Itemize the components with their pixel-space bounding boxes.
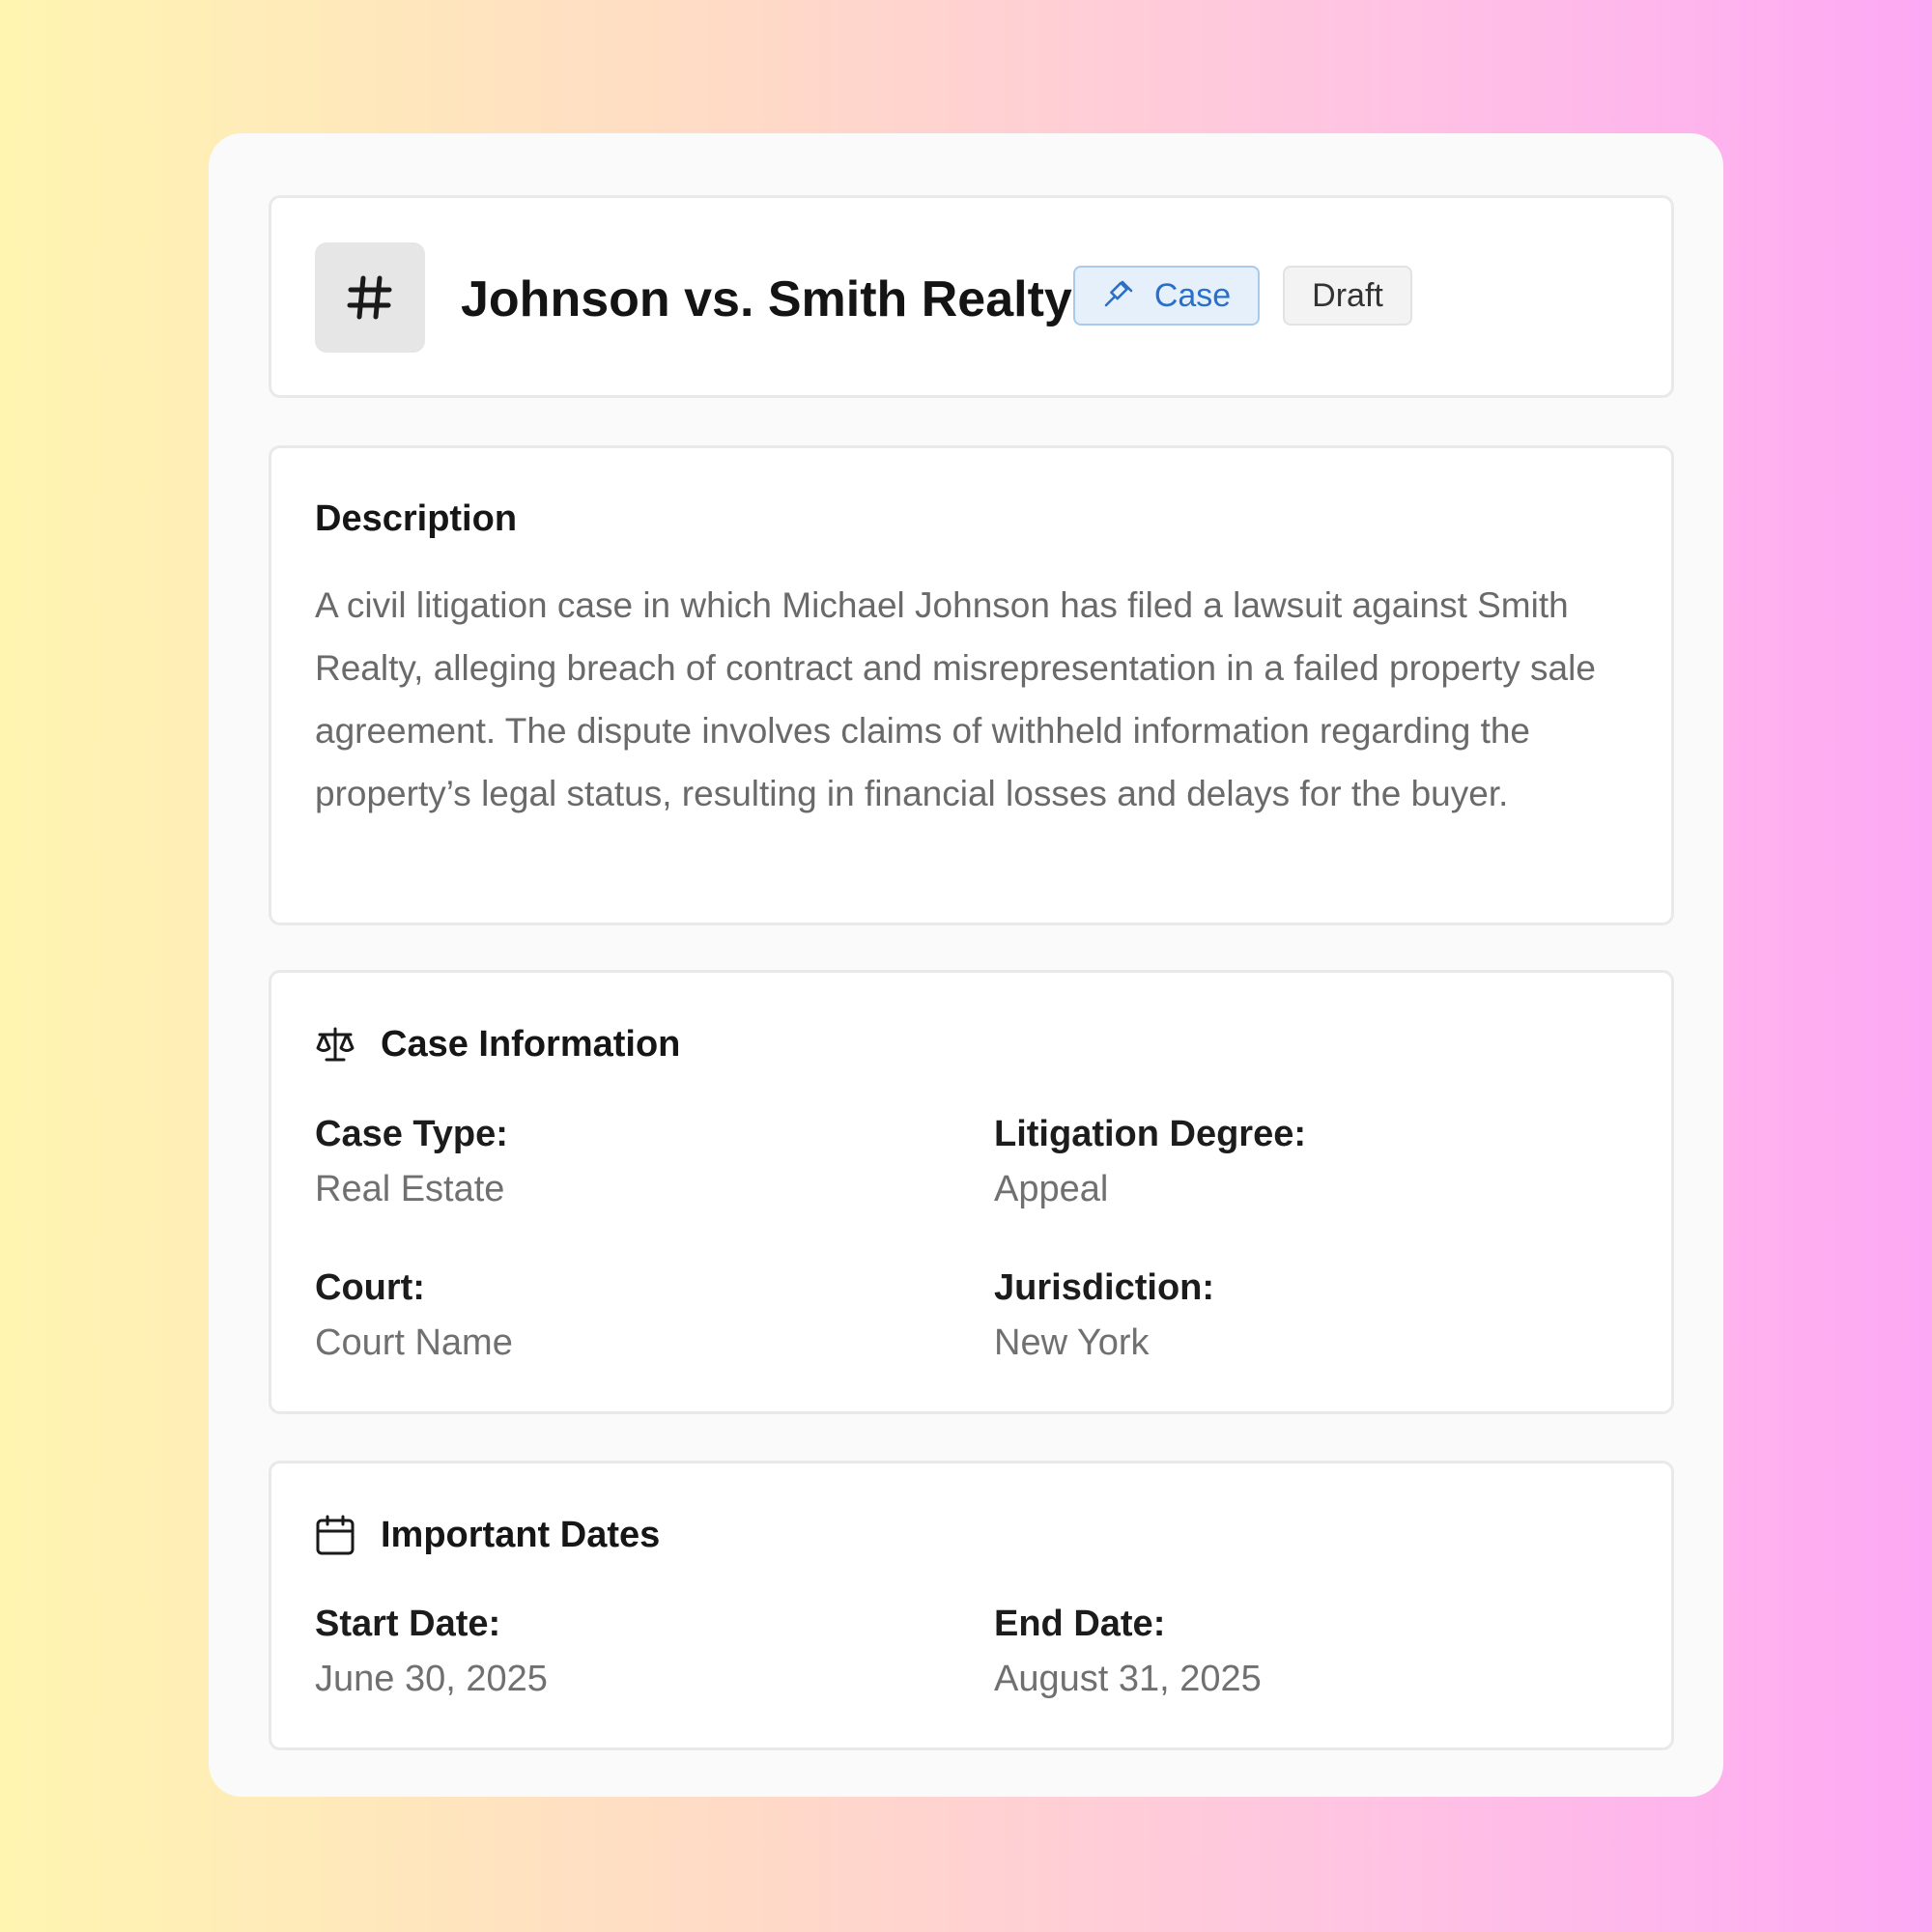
important-dates-card: Important Dates Start Date: June 30, 202… xyxy=(269,1461,1674,1750)
case-type-badge: Case xyxy=(1073,266,1260,326)
case-information-heading: Case Information xyxy=(381,1024,681,1065)
gavel-icon xyxy=(1102,280,1133,311)
scale-icon xyxy=(315,1025,355,1065)
case-title: Johnson vs. Smith Realty xyxy=(461,271,1072,327)
end-date-label: End Date: xyxy=(994,1604,1166,1644)
calendar-icon xyxy=(315,1514,355,1556)
end-date-value: August 31, 2025 xyxy=(994,1659,1262,1699)
description-card: Description A civil litigation case in w… xyxy=(269,445,1674,925)
jurisdiction-label: Jurisdiction: xyxy=(994,1267,1215,1308)
case-type-value: Real Estate xyxy=(315,1169,505,1209)
status-badge: Draft xyxy=(1283,266,1412,326)
case-detail-panel: Johnson vs. Smith Realty Case Draft Desc… xyxy=(209,133,1723,1797)
court-value: Court Name xyxy=(315,1322,513,1363)
jurisdiction-value: New York xyxy=(994,1322,1150,1363)
important-dates-heading: Important Dates xyxy=(381,1515,661,1555)
start-date-value: June 30, 2025 xyxy=(315,1659,548,1699)
hash-icon xyxy=(315,242,425,353)
case-badge-label: Case xyxy=(1153,276,1232,314)
litigation-degree-value: Appeal xyxy=(994,1169,1109,1209)
case-type-label: Case Type: xyxy=(315,1114,508,1154)
litigation-degree-label: Litigation Degree: xyxy=(994,1114,1307,1154)
description-text: A civil litigation case in which Michael… xyxy=(315,585,1596,813)
start-date-label: Start Date: xyxy=(315,1604,501,1644)
case-information-card: Case Information Case Type: Real Estate … xyxy=(269,970,1674,1414)
description-heading: Description xyxy=(315,498,518,539)
court-label: Court: xyxy=(315,1267,425,1308)
case-header-card: Johnson vs. Smith Realty Case Draft xyxy=(269,195,1674,398)
